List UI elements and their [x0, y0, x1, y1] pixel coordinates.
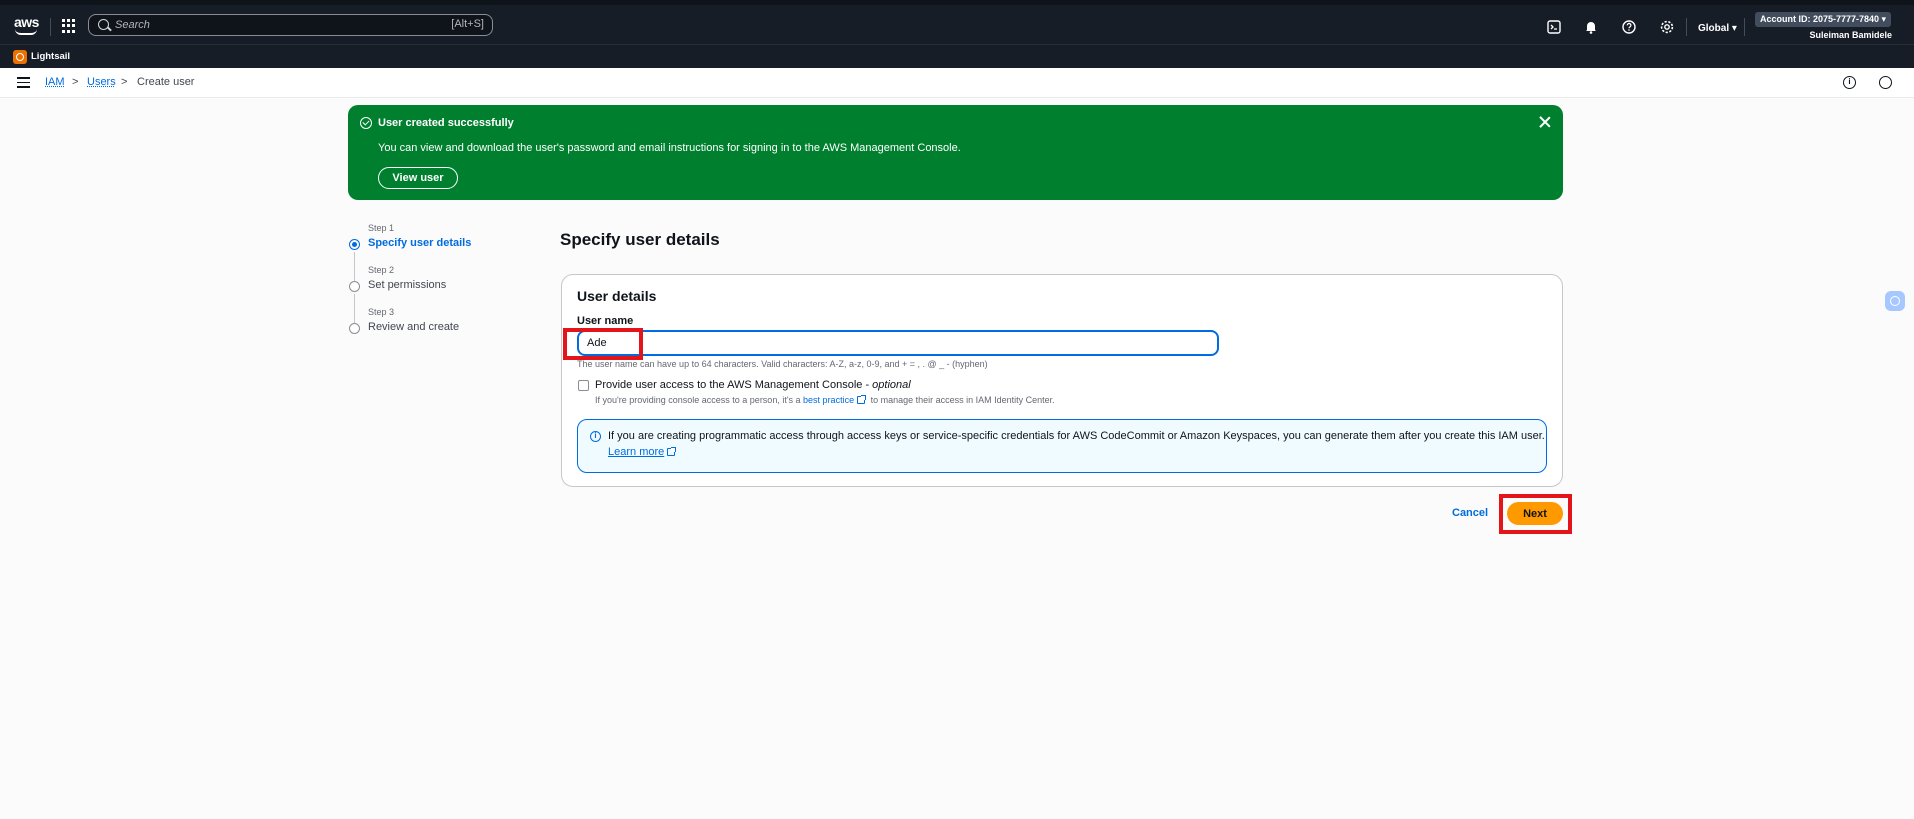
step-connector: [354, 294, 355, 324]
desc-text: If you're providing console access to a …: [595, 395, 804, 405]
best-practice-link[interactable]: best practice: [803, 395, 854, 405]
nav-divider: [50, 18, 51, 36]
breadcrumb-iam-link[interactable]: IAM: [45, 76, 65, 88]
favorite-lightsail-link[interactable]: Lightsail: [31, 51, 70, 62]
success-flash-banner: User created successfully You can view a…: [348, 105, 1563, 200]
favorites-bar: Lightsail: [0, 44, 1914, 68]
nav-divider: [1744, 18, 1745, 36]
services-grid-icon[interactable]: [62, 19, 76, 33]
console-access-checkbox[interactable]: [578, 380, 589, 391]
panel-title: User details: [577, 288, 657, 304]
step-1-title[interactable]: Specify user details: [368, 237, 471, 249]
console-access-label[interactable]: Provide user access to the AWS Managemen…: [595, 379, 911, 391]
chevron-right-icon: >: [72, 76, 79, 88]
optional-tag: optional: [872, 379, 911, 391]
view-user-button[interactable]: View user: [378, 167, 458, 189]
cloudshell-icon[interactable]: [1546, 19, 1562, 35]
notifications-bell-icon[interactable]: [1583, 19, 1599, 35]
info-panel-icon[interactable]: i: [1843, 76, 1856, 89]
username-input[interactable]: [577, 330, 1219, 356]
console-access-description: If you're providing console access to a …: [595, 395, 1055, 405]
menu-icon[interactable]: [17, 77, 30, 88]
external-link-icon: [667, 447, 677, 456]
settings-gear-icon[interactable]: [1659, 19, 1675, 35]
account-id-menu[interactable]: Account ID: 2075-7777-7840 ▾: [1755, 12, 1892, 27]
step-3-indicator-icon: [349, 323, 360, 334]
top-navigation-bar: aws [Alt+S] Global ▾ Account ID: 2075-77…: [0, 0, 1914, 44]
search-box[interactable]: [Alt+S]: [88, 14, 493, 36]
external-link-icon: [857, 395, 867, 404]
console-access-label-text: Provide user access to the AWS Managemen…: [595, 379, 873, 391]
aws-logo-text: aws: [14, 14, 39, 30]
desc-text: to manage their access in IAM Identity C…: [868, 395, 1055, 405]
breadcrumb-users-link[interactable]: Users: [87, 76, 116, 88]
username-label: User name: [577, 315, 634, 327]
breadcrumb-current: Create user: [137, 76, 195, 88]
cancel-button[interactable]: Cancel: [1452, 507, 1488, 519]
step-1-label: Step 1: [368, 223, 395, 233]
info-alert-text: If you are creating programmatic access …: [608, 430, 1545, 442]
help-icon[interactable]: [1621, 19, 1637, 35]
step-connector: [354, 252, 355, 282]
step-2-indicator-icon: [349, 281, 360, 292]
next-button[interactable]: Next: [1507, 502, 1563, 525]
step-1-indicator-icon: [349, 239, 360, 250]
user-name-menu[interactable]: Suleiman Bamidele: [1809, 30, 1892, 40]
username-constraint-text: The user name can have up to 64 characte…: [577, 359, 988, 369]
step-2-title: Set permissions: [368, 279, 447, 291]
close-icon[interactable]: [1539, 116, 1551, 128]
flash-title: User created successfully: [378, 117, 514, 129]
search-icon: [98, 19, 109, 30]
learn-more-link[interactable]: Learn more: [608, 446, 678, 458]
step-3-title: Review and create: [368, 321, 460, 333]
step-3-label: Step 3: [368, 307, 395, 317]
aws-logo[interactable]: aws: [14, 14, 40, 38]
step-2-label: Step 2: [368, 265, 395, 275]
chevron-right-icon: >: [121, 76, 128, 88]
region-selector[interactable]: Global ▾: [1698, 23, 1737, 34]
flash-message: You can view and download the user's pas…: [378, 142, 961, 154]
user-details-panel: User details User name The user name can…: [561, 274, 1563, 487]
lightsail-icon[interactable]: [13, 50, 27, 64]
learn-more-text: Learn more: [608, 446, 665, 458]
tools-panel-icon[interactable]: [1879, 76, 1892, 89]
search-shortcut: [Alt+S]: [451, 18, 484, 30]
success-check-icon: [360, 117, 372, 129]
aws-smile-icon: [15, 29, 37, 35]
info-alert: i If you are creating programmatic acces…: [577, 419, 1547, 473]
accessibility-widget-icon[interactable]: [1885, 291, 1905, 311]
page-title: Specify user details: [560, 230, 720, 249]
breadcrumb-bar: IAM > Users > Create user i: [0, 68, 1914, 98]
nav-divider: [1686, 18, 1687, 36]
search-input[interactable]: [115, 17, 415, 33]
info-icon: i: [590, 431, 601, 442]
